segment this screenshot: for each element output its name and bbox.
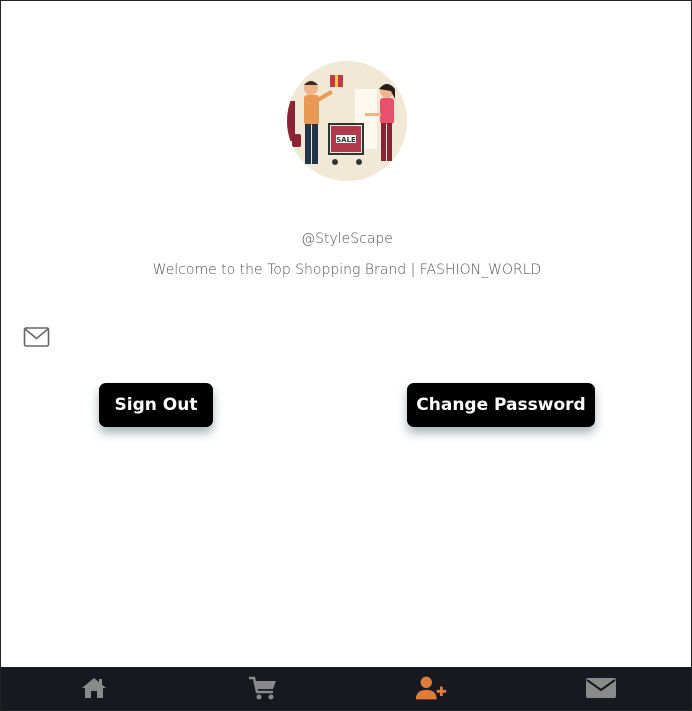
shopping-illustration: SALE — [287, 61, 407, 181]
profile-screen: SALE @StyleScape Welcome to the Top Shop… — [0, 0, 692, 711]
profile-username: @StyleScape — [301, 231, 393, 247]
nav-messages[interactable] — [584, 673, 618, 703]
nav-account[interactable] — [414, 673, 448, 703]
nav-home[interactable] — [77, 673, 111, 703]
sign-out-button[interactable]: Sign Out — [99, 383, 213, 427]
profile-welcome-text: Welcome to the Top Shopping Brand | FASH… — [152, 262, 542, 278]
home-icon — [82, 678, 106, 698]
envelope-icon — [586, 678, 616, 698]
cart-icon — [249, 676, 276, 700]
nav-cart[interactable] — [246, 673, 280, 703]
change-password-button[interactable]: Change Password — [407, 383, 595, 427]
bottom-nav-bar — [1, 667, 691, 710]
email-icon — [23, 327, 50, 347]
user-plus-icon — [415, 676, 447, 700]
profile-avatar: SALE — [287, 61, 407, 181]
avatar-sale-sign: SALE — [336, 136, 356, 144]
